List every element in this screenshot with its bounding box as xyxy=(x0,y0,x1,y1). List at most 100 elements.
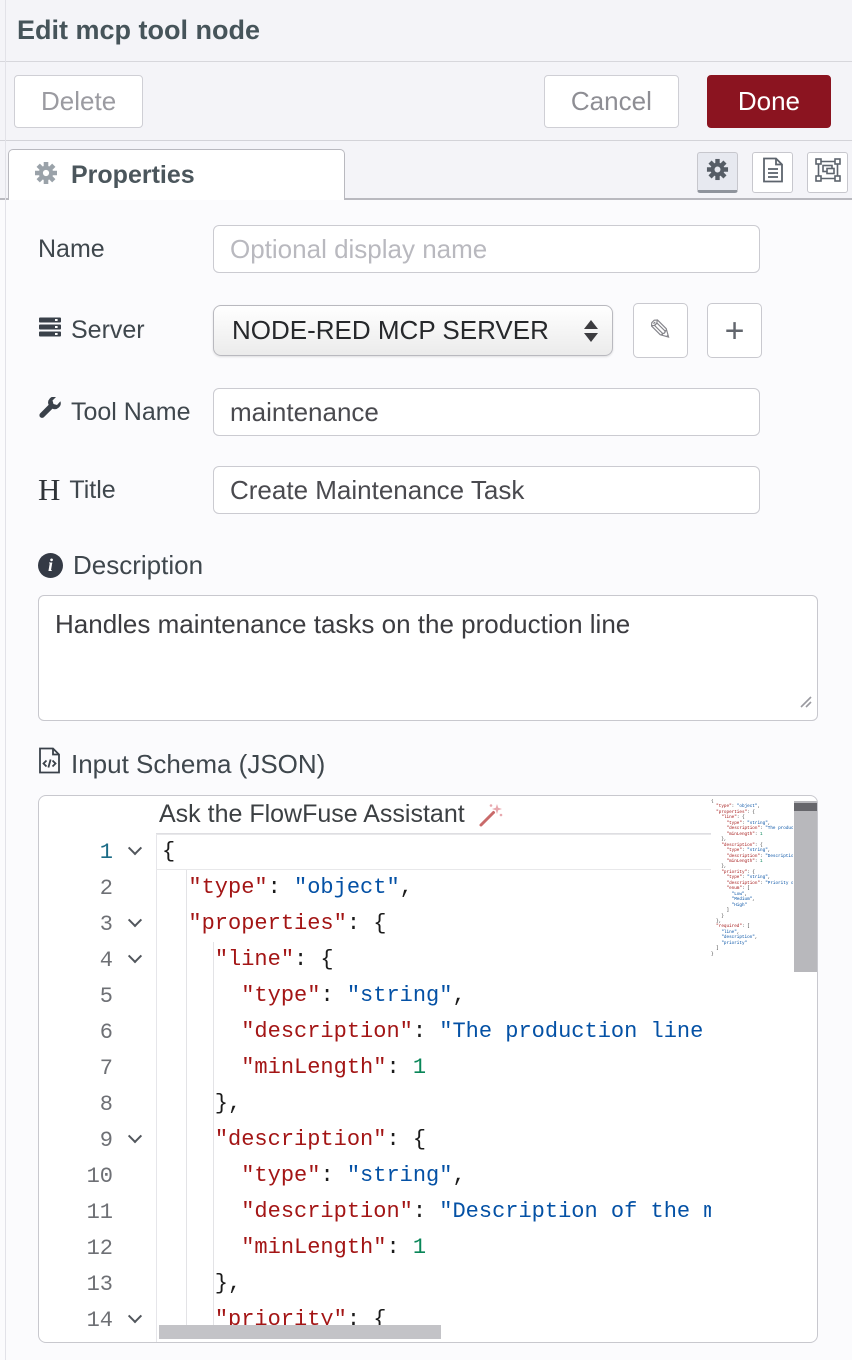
name-input[interactable] xyxy=(213,225,760,273)
server-select-value: NODE-RED MCP SERVER xyxy=(232,315,576,346)
code-line[interactable]: 13 }, xyxy=(39,1266,711,1302)
code-line[interactable]: 9 "description": { xyxy=(39,1122,711,1158)
json-schema-editor[interactable]: Ask the FlowFuse Assistant 1{2 "type": "… xyxy=(38,795,818,1343)
line-number: 13 xyxy=(39,1272,113,1297)
line-number: 9 xyxy=(39,1128,113,1153)
code-text: "type": "string", xyxy=(157,978,466,1014)
line-number: 1 xyxy=(39,840,113,865)
tab-properties[interactable]: Properties xyxy=(8,149,345,200)
tool-name-label: Tool Name xyxy=(38,397,213,428)
assistant-label: Ask the FlowFuse Assistant xyxy=(159,800,465,829)
name-label: Name xyxy=(38,235,213,264)
tool-name-row: Tool Name xyxy=(0,388,852,436)
code-text: "minLength": 1 xyxy=(157,1230,426,1266)
fold-chevron-icon[interactable] xyxy=(113,1311,157,1329)
fold-chevron-icon[interactable] xyxy=(113,915,157,933)
code-line[interactable]: 7 "minLength": 1 xyxy=(39,1050,711,1086)
gear-icon xyxy=(706,158,729,186)
wrench-icon xyxy=(38,397,62,428)
code-text: "type": "string", xyxy=(157,1158,466,1194)
code-text: "description": "Description of the maint… xyxy=(157,1194,711,1230)
editor-minimap[interactable]: { "type": "object", "properties": { "lin… xyxy=(711,799,793,1339)
code-line[interactable]: 12 "minLength": 1 xyxy=(39,1230,711,1266)
select-spinner-icon xyxy=(584,320,598,342)
properties-form: Name Server NODE-RED xyxy=(0,200,852,1360)
title-input[interactable] xyxy=(213,466,760,514)
dialog-title: Edit mcp tool node xyxy=(17,15,260,46)
heading-icon: H xyxy=(38,472,60,508)
tab-properties-label: Properties xyxy=(71,161,195,190)
code-text: "description": { xyxy=(157,1122,426,1158)
line-number: 3 xyxy=(39,912,113,937)
title-row: H Title xyxy=(0,466,852,514)
delete-button[interactable]: Delete xyxy=(14,75,143,128)
code-line[interactable]: 10 "type": "string", xyxy=(39,1158,711,1194)
code-line[interactable]: 11 "description": "Description of the ma… xyxy=(39,1194,711,1230)
line-number: 10 xyxy=(39,1164,113,1189)
fold-chevron-icon[interactable] xyxy=(113,1131,157,1149)
code-line[interactable]: 1{ xyxy=(39,834,711,870)
document-icon xyxy=(762,157,784,188)
name-row: Name xyxy=(0,225,852,273)
code-text: { xyxy=(157,834,175,870)
dialog-button-bar: Delete Cancel Done xyxy=(0,62,852,141)
code-line[interactable]: 4 "line": { xyxy=(39,942,711,978)
assistant-bar[interactable]: Ask the FlowFuse Assistant xyxy=(156,796,711,834)
gear-icon xyxy=(34,161,58,190)
done-button[interactable]: Done xyxy=(707,75,831,128)
title-label: H Title xyxy=(38,472,213,508)
fold-chevron-icon[interactable] xyxy=(113,951,157,969)
file-code-icon xyxy=(38,747,61,781)
line-number: 6 xyxy=(39,1020,113,1045)
line-number: 4 xyxy=(39,948,113,973)
description-label: i Description xyxy=(0,550,852,581)
code-text: "type": "object", xyxy=(157,870,413,906)
line-number: 11 xyxy=(39,1200,113,1225)
dialog-header: Edit mcp tool node xyxy=(0,0,852,62)
line-number: 7 xyxy=(39,1056,113,1081)
code-text: }, xyxy=(157,1266,241,1302)
code-line[interactable]: 3 "properties": { xyxy=(39,906,711,942)
magic-wand-icon xyxy=(477,802,503,828)
edit-node-dialog: Edit mcp tool node Delete Cancel Done Pr… xyxy=(0,0,852,1360)
cancel-button[interactable]: Cancel xyxy=(544,75,679,128)
pencil-icon: ✎ xyxy=(648,313,672,348)
code-line[interactable]: 5 "type": "string", xyxy=(39,978,711,1014)
editor-vertical-scrollbar[interactable] xyxy=(794,801,818,972)
server-icon xyxy=(38,315,62,346)
server-label: Server xyxy=(38,315,213,346)
editor-horizontal-scrollbar[interactable] xyxy=(159,1325,441,1339)
code-line[interactable]: 6 "description": "The production line wh… xyxy=(39,1014,711,1050)
description-panel-button[interactable] xyxy=(752,152,793,193)
code-text: }, xyxy=(157,1086,241,1122)
line-number: 14 xyxy=(39,1308,113,1333)
tab-bar: Properties xyxy=(0,141,852,200)
edit-server-button[interactable]: ✎ xyxy=(633,303,688,358)
add-server-button[interactable]: + xyxy=(707,303,762,358)
editor-code-rows[interactable]: 1{2 "type": "object",3 "properties": {4 … xyxy=(39,834,711,1343)
line-number: 2 xyxy=(39,876,113,901)
code-text: "line": { xyxy=(157,942,334,978)
appearance-panel-button[interactable] xyxy=(807,152,848,193)
server-row: Server NODE-RED MCP SERVER ✎ + xyxy=(0,303,852,358)
code-text: "minLength": 1 xyxy=(157,1050,426,1086)
fold-chevron-icon[interactable] xyxy=(113,843,157,861)
line-number: 12 xyxy=(39,1236,113,1261)
info-icon: i xyxy=(38,553,63,578)
plus-icon: + xyxy=(725,314,745,348)
code-line[interactable]: 2 "type": "object", xyxy=(39,870,711,906)
line-number: 8 xyxy=(39,1092,113,1117)
code-line[interactable]: 8 }, xyxy=(39,1086,711,1122)
code-text: "properties": { xyxy=(157,906,386,942)
resize-handle-icon[interactable] xyxy=(798,694,812,713)
input-schema-label: Input Schema (JSON) xyxy=(0,747,852,781)
tool-name-input[interactable] xyxy=(213,388,760,436)
code-text: "description": "The production line wher… xyxy=(157,1014,711,1050)
editor-scroll-decoration xyxy=(794,803,818,811)
properties-panel-button[interactable] xyxy=(697,152,738,193)
line-number: 5 xyxy=(39,984,113,1009)
dialog-edge xyxy=(5,0,6,1360)
description-textarea[interactable]: Handles maintenance tasks on the product… xyxy=(38,595,818,721)
server-select[interactable]: NODE-RED MCP SERVER xyxy=(213,305,613,356)
appearance-icon xyxy=(815,158,841,187)
